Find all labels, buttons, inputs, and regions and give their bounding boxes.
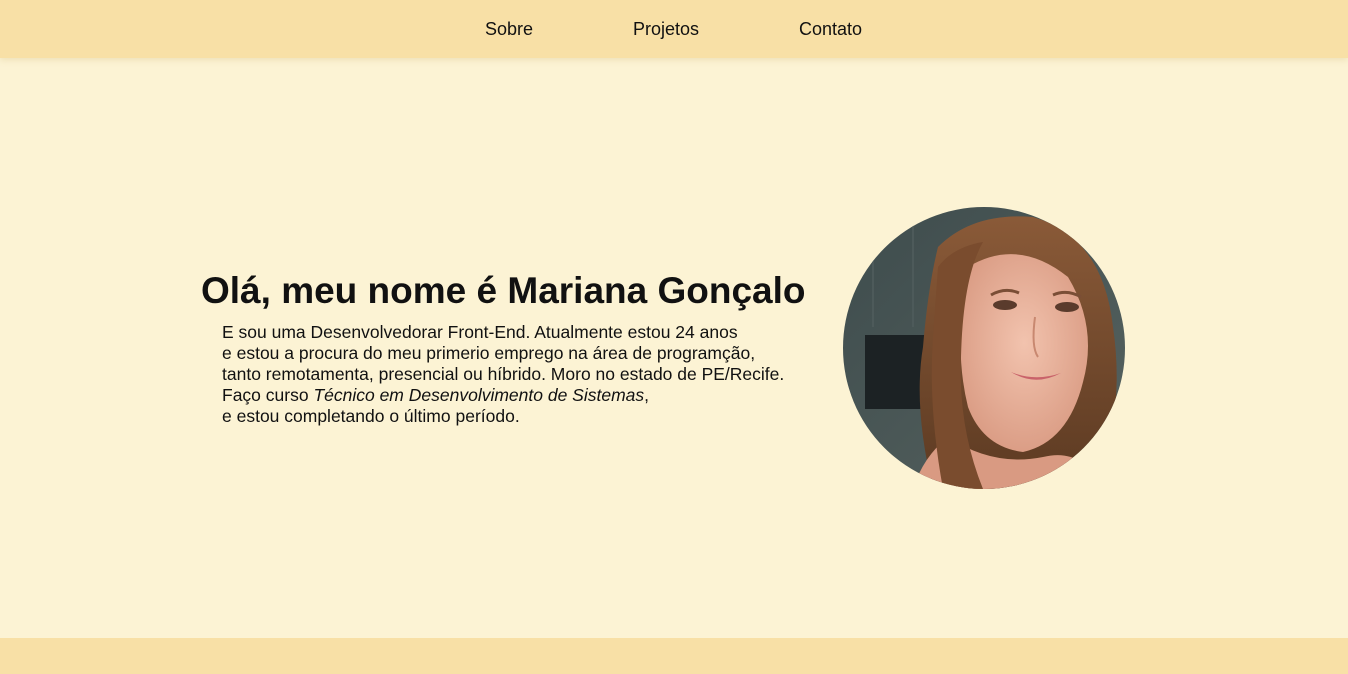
course-suffix: ,	[644, 385, 650, 405]
hero-description: E sou uma Desenvolvedorar Front-End. Atu…	[222, 322, 784, 427]
profile-photo	[843, 207, 1125, 489]
profile-photo-illustration	[843, 207, 1125, 489]
hero-title: Olá, meu nome é Mariana Gonçalo	[201, 270, 806, 311]
course-name: Técnico em Desenvolvimento de Sistemas	[313, 385, 645, 405]
nav-link-contato[interactable]: Contato	[799, 18, 862, 40]
hero-description-line: Faço curso Técnico em Desenvolvimento de…	[222, 385, 784, 406]
hero-description-line: E sou uma Desenvolvedorar Front-End. Atu…	[222, 322, 738, 342]
course-prefix: Faço curso	[222, 385, 314, 405]
hero-description-line: e estou completando o último período.	[222, 406, 520, 426]
hero-description-line: e estou a procura do meu primerio empreg…	[222, 343, 756, 363]
footer-bar	[0, 638, 1348, 674]
nav-link-projetos[interactable]: Projetos	[633, 18, 699, 40]
main-nav: Sobre Projetos Contato	[0, 18, 1348, 40]
nav-link-sobre[interactable]: Sobre	[485, 18, 533, 40]
hero-description-line: tanto remotamenta, presencial ou híbrido…	[222, 364, 785, 384]
top-navbar: Sobre Projetos Contato	[0, 0, 1348, 58]
